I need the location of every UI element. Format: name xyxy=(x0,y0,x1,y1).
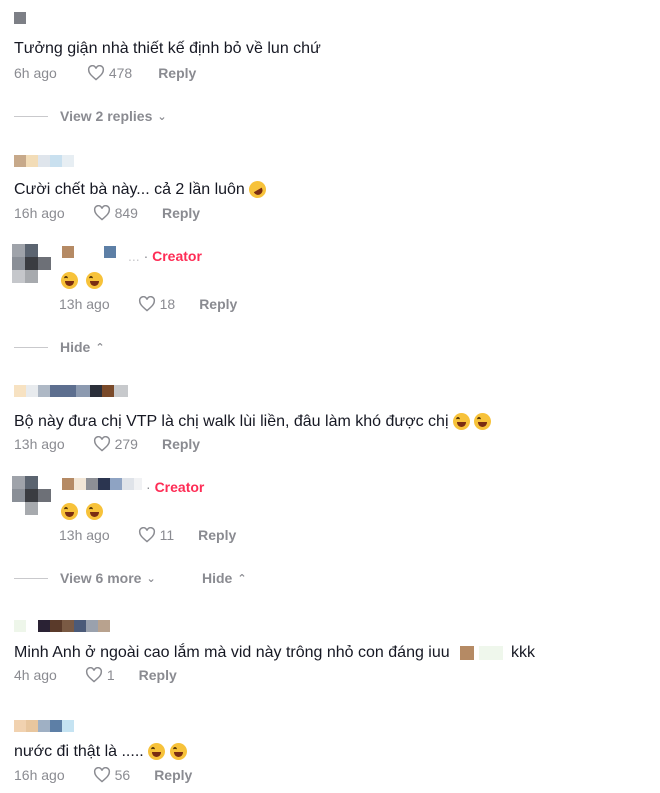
reply-meta: 13h ago 11 Reply xyxy=(59,527,236,543)
thread-divider xyxy=(14,346,48,348)
reply-button[interactable]: Reply xyxy=(162,436,200,452)
chevron-down-icon: ⌄ xyxy=(146,572,156,585)
like-count: 56 xyxy=(114,767,131,783)
comment-text: nước đi thật là ..... xyxy=(14,743,187,761)
comment-time: 6h ago xyxy=(14,65,57,81)
username-redacted[interactable] xyxy=(14,385,128,397)
reply-button[interactable]: Reply xyxy=(199,296,237,312)
separator-dot: · xyxy=(146,479,151,495)
like-count: 279 xyxy=(114,436,138,452)
hide-replies-button[interactable]: Hide ⌃ xyxy=(14,339,105,355)
like-button[interactable]: 1 xyxy=(85,667,115,683)
grin-sweat-emoji-icon xyxy=(61,503,78,521)
view-more-replies-button[interactable]: View 6 more ⌄ xyxy=(14,570,156,586)
like-button[interactable]: 849 xyxy=(93,205,138,221)
like-count: 1 xyxy=(106,667,115,683)
reply-time: 13h ago xyxy=(59,296,110,312)
heart-icon xyxy=(93,767,110,783)
hide-replies-button[interactable]: Hide ⌃ xyxy=(202,570,247,586)
comment-meta: 6h ago 478 Reply xyxy=(14,65,196,81)
reply-meta: 13h ago 18 Reply xyxy=(59,296,237,312)
comment-suffix: kkk xyxy=(511,644,536,661)
username-redacted[interactable] xyxy=(62,478,142,490)
tears-of-joy-emoji-icon xyxy=(169,743,187,761)
comment-body: Cười chết bà này... cả 2 lần luôn xyxy=(14,181,245,198)
tears-of-joy-emoji-icon xyxy=(452,413,470,431)
hide-label: Hide xyxy=(202,570,233,586)
heart-icon xyxy=(85,667,102,683)
reply-button[interactable]: Reply xyxy=(198,527,236,543)
like-button[interactable]: 18 xyxy=(138,296,176,312)
reply-button[interactable]: Reply xyxy=(158,65,196,81)
heart-icon xyxy=(93,205,110,221)
heart-icon xyxy=(93,436,110,452)
redacted-inline xyxy=(460,645,475,660)
hide-label: Hide xyxy=(60,339,91,355)
chevron-up-icon: ⌃ xyxy=(237,572,247,585)
reply-emojis xyxy=(61,272,104,290)
redacted-inline xyxy=(478,645,503,660)
comment-text: Minh Anh ở ngoài cao lắm mà vid này trôn… xyxy=(14,644,535,662)
like-count: 11 xyxy=(159,527,175,543)
username-redacted[interactable] xyxy=(62,246,134,258)
comment-body: nước đi thật là ..... xyxy=(14,743,144,760)
like-count: 849 xyxy=(114,205,138,221)
thread-divider xyxy=(14,577,48,579)
grin-sweat-emoji-icon xyxy=(86,272,104,290)
thread-divider xyxy=(14,115,48,117)
username-partial: ... xyxy=(128,248,140,264)
username-redacted[interactable] xyxy=(14,620,110,632)
heart-icon xyxy=(138,527,155,543)
like-button[interactable]: 279 xyxy=(93,436,138,452)
grin-sweat-emoji-icon xyxy=(61,272,78,290)
tears-of-joy-emoji-icon xyxy=(474,413,492,431)
creator-badge: Creator xyxy=(154,479,205,495)
creator-badge: Creator xyxy=(152,248,202,264)
like-button[interactable]: 11 xyxy=(138,527,175,543)
view-replies-button[interactable]: View 2 replies ⌄ xyxy=(14,108,167,124)
chevron-down-icon: ⌄ xyxy=(157,110,167,123)
avatar[interactable] xyxy=(12,476,51,515)
username-redacted[interactable] xyxy=(14,155,74,167)
heart-icon xyxy=(87,65,104,81)
reply-button[interactable]: Reply xyxy=(154,767,192,783)
comment-body: Minh Anh ở ngoài cao lắm mà vid này trôn… xyxy=(14,644,450,661)
comment-meta: 13h ago 279 Reply xyxy=(14,436,200,452)
reply-button[interactable]: Reply xyxy=(139,667,177,683)
comment-meta: 4h ago 1 Reply xyxy=(14,667,177,683)
like-button[interactable]: 56 xyxy=(93,767,131,783)
reply-author-tag: · Creator xyxy=(146,479,204,495)
like-count: 18 xyxy=(159,296,176,312)
reply-time: 13h ago xyxy=(59,527,110,543)
rofl-emoji-icon xyxy=(246,178,270,202)
like-count: 478 xyxy=(108,65,133,81)
comment-text: Bộ này đưa chị VTP là chị walk lùi liền,… xyxy=(14,413,492,431)
comment-time: 4h ago xyxy=(14,667,57,683)
reply-button[interactable]: Reply xyxy=(162,205,200,221)
comment-time: 16h ago xyxy=(14,767,65,783)
chevron-up-icon: ⌃ xyxy=(95,341,105,354)
comment-text: Tưởng giận nhà thiết kế định bỏ về lun c… xyxy=(14,40,321,57)
comment-body: Bộ này đưa chị VTP là chị walk lùi liền,… xyxy=(14,413,449,430)
comment-time: 13h ago xyxy=(14,436,65,452)
reply-author-tag: ... · Creator xyxy=(128,248,202,264)
grin-sweat-emoji-icon xyxy=(86,503,104,521)
comment-meta: 16h ago 849 Reply xyxy=(14,205,200,221)
comment-meta: 16h ago 56 Reply xyxy=(14,767,192,783)
separator-dot: · xyxy=(143,248,149,264)
username-redacted[interactable] xyxy=(14,12,26,24)
heart-icon xyxy=(138,296,155,312)
view-replies-label: View 2 replies xyxy=(60,108,153,124)
avatar[interactable] xyxy=(12,244,51,283)
view-more-label: View 6 more xyxy=(60,570,142,586)
comment-text: Cười chết bà này... cả 2 lần luôn xyxy=(14,178,270,202)
reply-emojis xyxy=(61,503,104,521)
comment-time: 16h ago xyxy=(14,205,65,221)
tears-of-joy-emoji-icon xyxy=(148,743,166,761)
username-redacted[interactable] xyxy=(14,720,74,732)
like-button[interactable]: 478 xyxy=(87,65,132,81)
